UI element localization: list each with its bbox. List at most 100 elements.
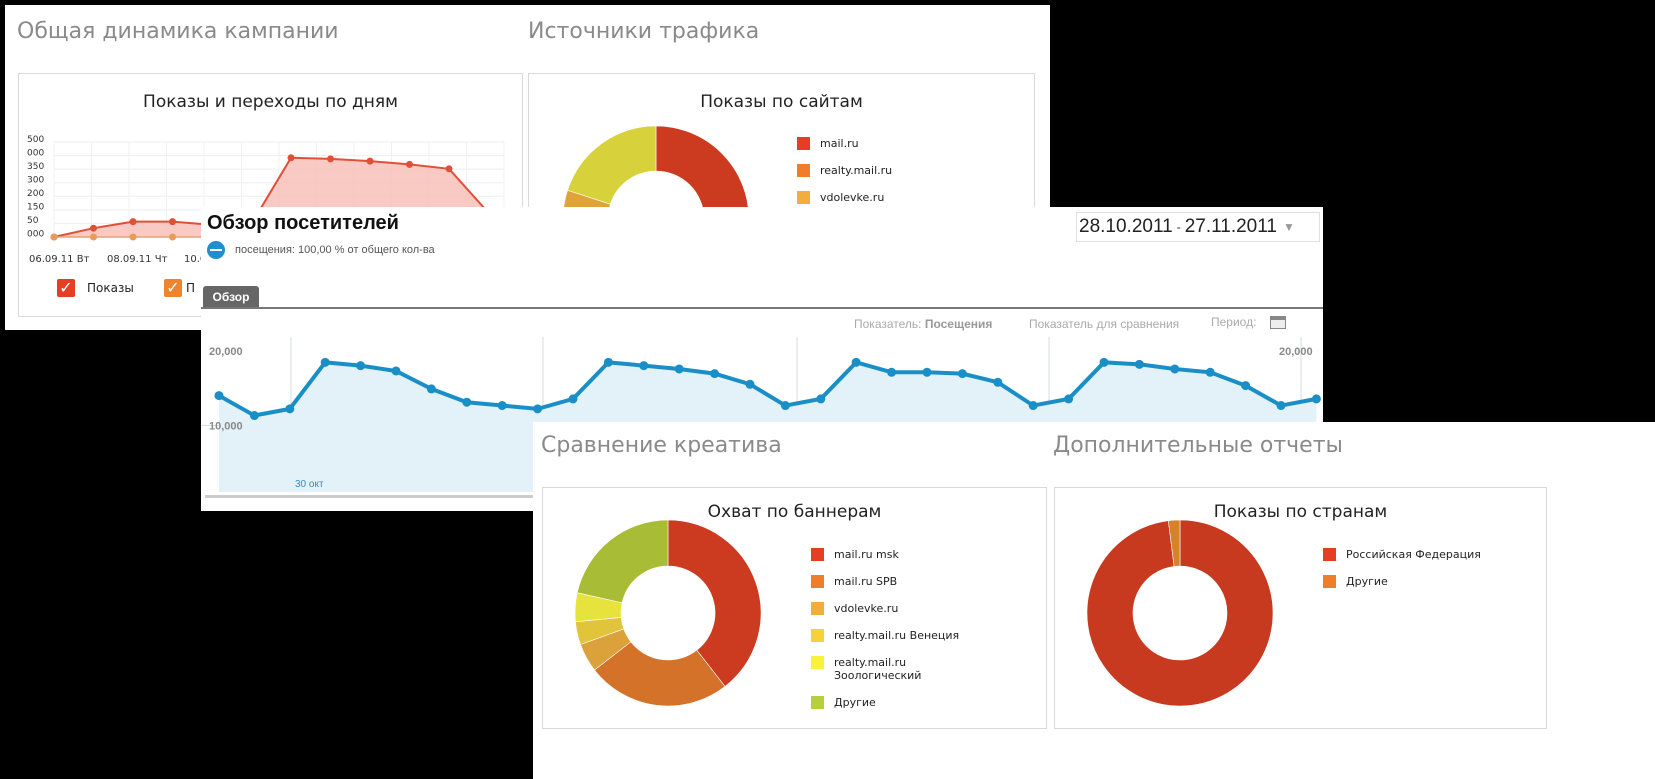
x-axis-label: 30 окт [295, 479, 324, 490]
visits-point [816, 394, 826, 404]
legend-swatch [797, 191, 810, 204]
legend-label: Другие [834, 696, 876, 709]
shows-point [366, 157, 374, 165]
visits-point [710, 369, 720, 379]
countries-donut-chart [1086, 519, 1274, 707]
legend-swatch [811, 656, 824, 669]
date-start: 28.10.2011 [1079, 216, 1173, 237]
visits-point [674, 364, 684, 374]
legend-label: Другие [1346, 575, 1388, 588]
y-tick-label: 200 [27, 189, 44, 199]
banners-legend-item[interactable]: mail.ru msk [811, 548, 964, 561]
metric-selector[interactable]: Показатель: Посещения [854, 317, 992, 331]
visits-point [214, 391, 224, 401]
countries-legend-item[interactable]: Другие [1323, 575, 1481, 588]
legend-label: mail.ru msk [834, 548, 899, 561]
y-tick-label: 300 [27, 176, 44, 186]
y-tick-label: 50 [27, 216, 39, 226]
banners-legend-item[interactable]: mail.ru SPB [811, 575, 964, 588]
calendar-icon [1270, 315, 1287, 329]
sites-legend-item[interactable]: vdolevke.ru [797, 191, 892, 204]
legend-label-shows: Показы [87, 281, 134, 295]
legend-label: vdolevke.ru [834, 602, 899, 615]
visits-point [1099, 357, 1109, 367]
y-axis-mid-label: 10,000 [209, 421, 243, 433]
shows-point [406, 160, 413, 168]
date-range-picker[interactable]: 28.10.2011 - 27.11.2011 ▼ [1076, 212, 1320, 242]
banners-legend-item[interactable]: vdolevke.ru [811, 602, 964, 615]
visits-point [356, 361, 366, 371]
creative-panel: Сравнение креатива Дополнительные отчеты… [533, 422, 1655, 779]
legend-item-shows[interactable]: ✓ Показы [57, 279, 134, 297]
banners-legend-item[interactable]: realty.mail.ru Венеция [811, 629, 964, 642]
visits-point [851, 357, 861, 367]
sites-legend-item[interactable]: mail.ru [797, 137, 892, 150]
creative-comparison-title: Сравнение креатива [541, 433, 782, 458]
y-tick-label: 000 [27, 230, 44, 240]
donut-slice-other[interactable] [567, 125, 657, 205]
metric-value: Посещения [924, 317, 993, 331]
legend-swatch [811, 575, 824, 588]
legend-swatch [811, 629, 824, 642]
traffic-sources-title: Источники трафика [528, 19, 760, 44]
y-tick-label: 350 [27, 162, 44, 172]
shows-point [129, 218, 137, 226]
legend-label-clicks: П [186, 281, 196, 295]
visits-point [1064, 394, 1074, 404]
visits-point [320, 357, 330, 367]
banners-legend-item[interactable]: realty.mail.ru Зоологический [811, 656, 964, 682]
legend-label: Российская Федерация [1346, 548, 1481, 561]
legend-label: mail.ru SPB [834, 575, 898, 588]
banners-donut-box: Охват по баннерам mail.ru msk mail.ru SPB… [542, 487, 1047, 729]
legend-label: realty.mail.ru Зоологический [834, 656, 922, 682]
legend-item-clicks[interactable]: ✓ П [164, 279, 195, 297]
metric-label: Показатель: [854, 317, 925, 331]
banners-legend-item[interactable]: Другие [811, 696, 964, 709]
visits-point [639, 361, 649, 371]
tab-overview[interactable]: Обзор [203, 286, 259, 308]
checkbox-checked-icon: ✓ [164, 279, 182, 297]
visits-point [745, 379, 755, 389]
y-axis-top-label: 20,000 [209, 346, 243, 358]
visits-point [957, 369, 967, 379]
legend-swatch [1323, 575, 1336, 588]
legend-swatch [811, 602, 824, 615]
banners-donut-chart [574, 519, 762, 707]
visits-point [922, 367, 932, 377]
campaign-dynamics-title: Общая динамика кампании [17, 19, 339, 44]
chevron-down-icon: ▼ [1282, 220, 1295, 234]
visits-point [1276, 401, 1286, 411]
visits-point [249, 411, 259, 421]
legend-swatch [797, 164, 810, 177]
legend-swatch [797, 137, 810, 150]
legend-label: mail.ru [820, 137, 859, 150]
countries-legend: Российская Федерация Другие [1323, 548, 1481, 602]
additional-reports-title: Дополнительные отчеты [1053, 433, 1343, 458]
donut-slice-other[interactable] [576, 519, 669, 604]
shows-point [90, 224, 97, 232]
y-tick-label: 000 [27, 149, 44, 159]
compare-metric-selector[interactable]: Показатель для сравнения [1029, 317, 1179, 331]
sites-legend: mail.ru realty.mail.ru vdolevke.ru [797, 137, 892, 218]
y-axis-top-right-label: 20,000 [1279, 346, 1313, 358]
visits-point [780, 401, 790, 411]
x-tick-label: 08.09.11 Чт [107, 254, 168, 265]
visitors-title: Обзор посетителей [207, 212, 399, 234]
sites-legend-item[interactable]: realty.mail.ru [797, 164, 892, 177]
clicks-point [169, 233, 176, 241]
period-selector[interactable]: Период: [1211, 315, 1287, 329]
visits-point [603, 357, 613, 367]
visits-point [1311, 394, 1321, 404]
countries-donut-box: Показы по странам Российская Федерация Др… [1054, 487, 1547, 729]
clicks-point [50, 233, 58, 241]
x-tick-label: 06.09.11 Вт [29, 254, 90, 265]
date-end: 27.11.2011 [1184, 216, 1277, 237]
visitors-subtitle-row: посещения: 100,00 % от общего кол-ва [207, 241, 435, 259]
legend-swatch [811, 696, 824, 709]
shows-point [445, 165, 453, 173]
checkbox-checked-icon: ✓ [57, 279, 75, 297]
visits-point [497, 401, 507, 411]
countries-legend-item[interactable]: Российская Федерация [1323, 548, 1481, 561]
visits-point [1134, 359, 1144, 369]
visits-point [533, 404, 543, 414]
